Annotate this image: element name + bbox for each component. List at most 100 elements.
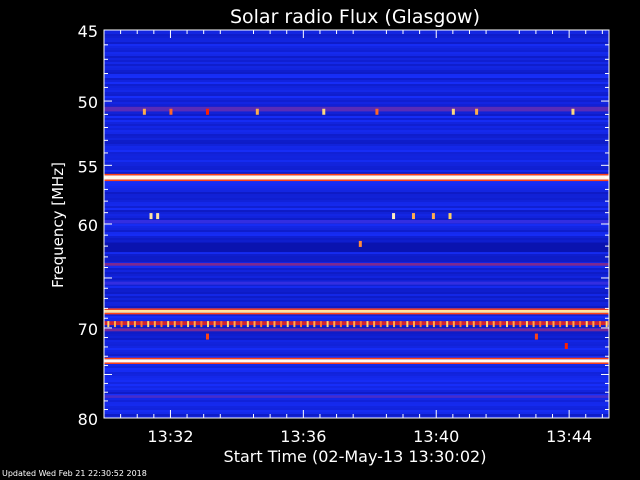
spectrogram-row (104, 334, 609, 336)
x-axis-label: Start Time (02-May-13 13:30:02) (224, 447, 487, 466)
spectrogram-row (104, 356, 609, 358)
spectrogram-row (104, 294, 609, 296)
spectrogram-row (104, 226, 609, 228)
spectrogram-row (104, 96, 609, 98)
burst-train-mark (246, 321, 249, 328)
spectrogram-row (104, 152, 609, 154)
burst-train-mark (459, 321, 462, 328)
spectrogram-row (104, 408, 609, 410)
burst-train-mark (592, 321, 595, 328)
spectrogram-row (104, 72, 609, 74)
spectrogram-row (104, 182, 609, 184)
spectrogram-row (104, 256, 609, 258)
burst-train-mark (353, 321, 356, 328)
spectrogram-row (104, 184, 609, 186)
emission-band-edge (104, 312, 609, 315)
burst-train-mark (559, 321, 562, 328)
spectrogram-row (104, 186, 609, 188)
burst-train-mark (280, 321, 283, 328)
burst-train-mark (240, 321, 243, 328)
spectrogram-row (104, 254, 609, 256)
burst-train-mark (346, 321, 349, 328)
spectrogram-row (104, 36, 609, 38)
updated-timestamp: Updated Wed Feb 21 22:30:52 2018 (2, 469, 147, 478)
spectrogram-row (104, 304, 609, 306)
spectrogram-row (104, 68, 609, 70)
spectrogram-row (104, 234, 609, 236)
burst-mark (571, 108, 575, 115)
burst-train-mark (479, 321, 482, 328)
spectrogram-row (104, 272, 609, 274)
burst-train-mark (113, 321, 116, 328)
burst-train-mark (519, 321, 522, 328)
y-tick-label: 45 (78, 22, 98, 41)
spectrogram-row (104, 270, 609, 272)
burst-train-mark (506, 321, 509, 328)
spectrogram-row (104, 74, 609, 76)
spectrogram-row (104, 318, 609, 320)
spectrogram-row (104, 258, 609, 260)
burst-train-mark (525, 321, 528, 328)
spectrogram-row (104, 94, 609, 96)
spectrogram-row (104, 372, 609, 374)
spectrogram-row (104, 386, 609, 388)
spectrogram-row (104, 342, 609, 344)
burst-train-mark (565, 321, 568, 328)
burst-train-mark (147, 321, 150, 328)
spectrogram-row (104, 140, 609, 142)
spectrogram-row (104, 130, 609, 132)
spectrogram-row (104, 126, 609, 128)
burst-mark (205, 333, 209, 340)
burst-mark (255, 108, 259, 115)
burst-train-mark (233, 321, 236, 328)
emission-band-edge (104, 357, 609, 360)
burst-train-mark (333, 321, 336, 328)
spectrogram-row (104, 200, 609, 202)
burst-train-mark (359, 321, 362, 328)
burst-mark (431, 213, 435, 220)
spectrogram-row (104, 88, 609, 90)
emission-band (104, 359, 609, 363)
emission-band-edge (104, 362, 609, 364)
spectrogram-row (104, 306, 609, 308)
spectrogram-row (104, 60, 609, 62)
spectrogram-row (104, 260, 609, 262)
burst-train-mark (532, 321, 535, 328)
spectrogram-row (104, 340, 609, 342)
spectrogram-row (104, 66, 609, 68)
x-tick-label: 13:36 (280, 427, 326, 446)
burst-train-mark (512, 321, 515, 328)
spectrogram-row (104, 350, 609, 352)
spectrogram-row (104, 332, 609, 334)
burst-train-mark (545, 321, 548, 328)
spectrogram-row (104, 76, 609, 78)
y-tick-label: 50 (78, 93, 98, 112)
spectrogram-row (104, 346, 609, 348)
burst-train-mark (466, 321, 469, 328)
spectrogram-row (104, 240, 609, 242)
spectrogram-row (104, 188, 609, 190)
burst-train-mark (140, 321, 143, 328)
spectrogram-row (104, 404, 609, 406)
burst-mark (448, 213, 452, 220)
spectrogram-row (104, 286, 609, 288)
spectrogram-row (104, 160, 609, 162)
burst-train-mark (326, 321, 329, 328)
emission-band (104, 281, 609, 285)
burst-train-mark (306, 321, 309, 328)
burst-train-mark (406, 321, 409, 328)
burst-train-mark (107, 321, 110, 328)
spectrogram-row (104, 54, 609, 56)
spectrogram-row (104, 198, 609, 200)
spectrogram-row (104, 164, 609, 166)
burst-train-mark (552, 321, 555, 328)
burst-mark (322, 108, 326, 115)
spectrogram-row (104, 390, 609, 392)
spectrogram-row (104, 266, 609, 268)
spectrogram-row (104, 168, 609, 170)
burst-mark (205, 108, 209, 115)
spectrogram-row (104, 190, 609, 192)
emission-band-edge (104, 173, 609, 176)
spectrogram-row (104, 382, 609, 384)
burst-train-mark (127, 321, 130, 328)
